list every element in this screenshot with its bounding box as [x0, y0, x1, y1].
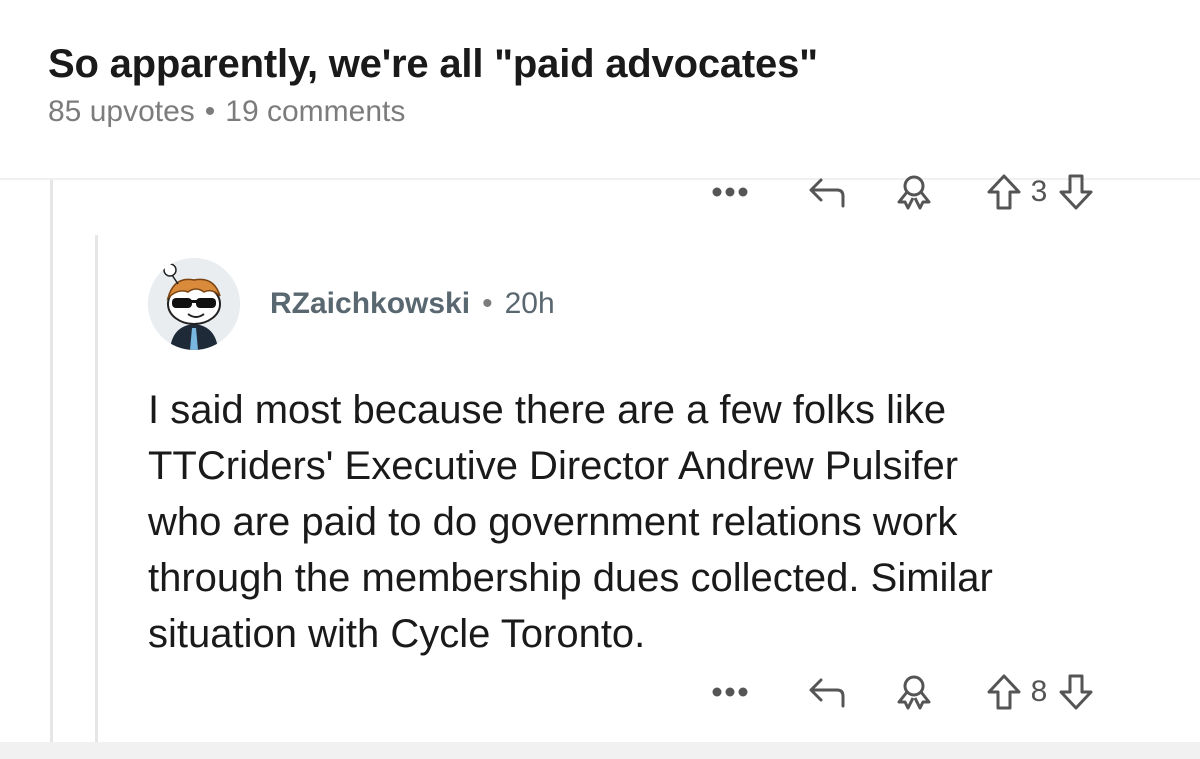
thread-line-parent[interactable]	[50, 180, 53, 745]
comment-count[interactable]: 19 comments	[225, 95, 405, 128]
parent-comment-actions: 3	[708, 168, 1098, 216]
comment-body-line: I said most because there are a few folk…	[148, 388, 947, 432]
reply-icon[interactable]	[804, 674, 852, 710]
post-header: So apparently, we're all "paid advocates…	[48, 38, 1148, 130]
upvote-count: 85 upvotes	[48, 95, 195, 128]
vote-count: 3	[1030, 175, 1048, 208]
comment-body-line: who are paid to do government relations …	[148, 500, 958, 544]
comment: RZaichkowski • 20h	[148, 258, 1168, 350]
comment-username[interactable]: RZaichkowski	[270, 287, 470, 321]
comment-body-line: through the membership dues collected. S…	[148, 556, 993, 600]
comment-body: I said most because there are a few folk…	[148, 382, 1178, 662]
comment-actions: 8	[708, 668, 1098, 716]
comment-timestamp: 20h	[504, 287, 555, 320]
comment-body-line: TTCriders' Executive Director Andrew Pul…	[148, 444, 959, 488]
vote-count: 8	[1030, 675, 1048, 708]
award-icon[interactable]	[890, 672, 938, 712]
comment-meta-separator: •	[482, 287, 493, 320]
thread-line-reply[interactable]	[95, 235, 98, 745]
snoo-avatar-icon[interactable]	[148, 258, 240, 350]
downvote-icon[interactable]	[1054, 173, 1098, 211]
post-meta: 85 upvotes • 19 comments	[48, 94, 1148, 130]
meta-separator: •	[204, 95, 216, 128]
comment-header: RZaichkowski • 20h	[148, 258, 1168, 350]
upvote-icon[interactable]	[982, 173, 1026, 211]
reply-icon[interactable]	[804, 174, 852, 210]
more-icon[interactable]	[708, 186, 752, 198]
post-title[interactable]: So apparently, we're all "paid advocates…	[48, 38, 1148, 90]
downvote-icon[interactable]	[1054, 673, 1098, 711]
comment-body-line: situation with Cycle Toronto.	[148, 612, 646, 656]
upvote-icon[interactable]	[982, 673, 1026, 711]
more-icon[interactable]	[708, 686, 752, 698]
bottom-separator	[0, 742, 1200, 759]
award-icon[interactable]	[890, 172, 938, 212]
